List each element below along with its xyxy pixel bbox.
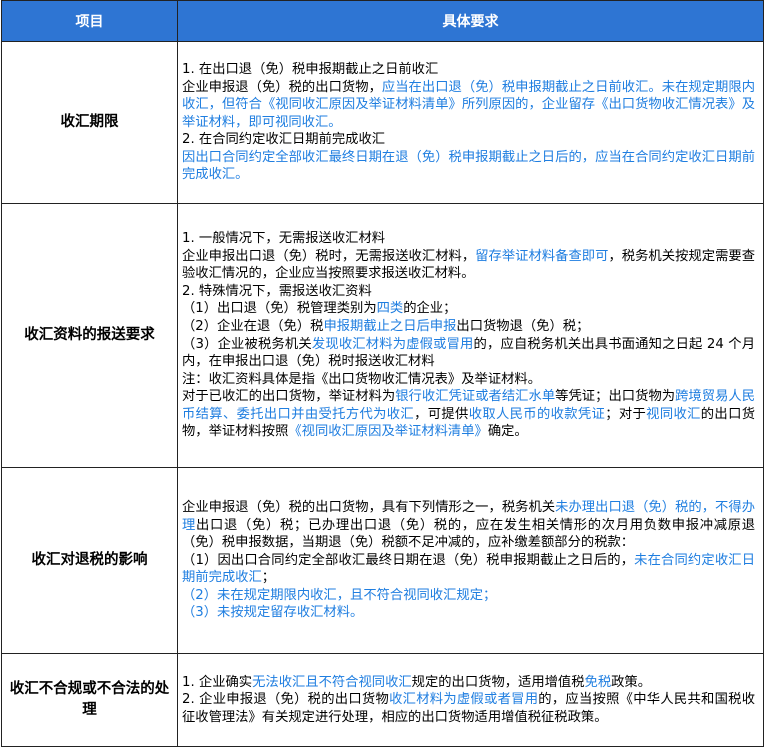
highlighted-text: （3）未按规定留存收汇材料。: [182, 605, 364, 621]
requirement-line: 企业申报出口退（免）税时，无需报送收汇材料，留存举证材料备查即可，税务机关按规定…: [182, 248, 755, 283]
table-row: 收汇资料的报送要求 1. 一般情况下，无需报送收汇材料企业申报出口退（免）税时，…: [1, 203, 764, 468]
highlighted-text: （2）未在规定期限内收汇，且不符合视同收汇规定；: [182, 587, 497, 603]
highlighted-text: 免税: [584, 674, 612, 690]
requirement-text: （1）出口退（免）税管理类别为: [182, 301, 377, 317]
row-requirements: 1. 企业确实无法收汇且不符合视同收汇规定的出口货物，适用增值税免税政策。 2. …: [177, 653, 764, 747]
requirement-text: （1）因出口合同约定全部收汇最终日期在退（免）税申报期截止之日后的，: [182, 552, 635, 568]
highlighted-text: 银行收汇凭证或者结汇水单: [395, 389, 556, 405]
requirement-text: 规定的出口货物，适用增值税: [411, 674, 585, 690]
row-item-label: 收汇资料的报送要求: [1, 203, 178, 468]
requirement-text: 出口货物退（免）税；: [456, 318, 590, 334]
requirement-line: 企业申报退（免）税的出口货物，具有下列情形之一，税务机关未办理出口退（免）税的，…: [182, 499, 755, 552]
requirement-text: 1. 企业确实: [182, 674, 253, 690]
requirement-text: ；: [261, 570, 276, 586]
highlighted-text: 发现收汇材料为虚假或冒用: [311, 336, 474, 352]
requirement-text: 企业申报退（免）税的出口货物，: [182, 79, 382, 95]
row-requirements: 1. 一般情况下，无需报送收汇材料企业申报出口退（免）税时，无需报送收汇材料，留…: [177, 203, 764, 468]
requirement-line: 2. 特殊情况下，需报送收汇资料: [182, 283, 755, 301]
requirement-text: 出口退（免）税；已办理出口退（免）税的，应在发生相关情形的次月用负数申报冲减原退…: [182, 517, 756, 551]
requirement-line: 2. 在合同约定收汇日期前完成收汇: [182, 131, 755, 149]
requirement-text: 2. 在合同约定收汇日期前完成收汇: [182, 132, 386, 148]
requirement-text: 政策。: [611, 674, 652, 690]
table-row: 收汇对退税的影响 企业申报退（免）税的出口货物，具有下列情形之一，税务机关未办理…: [1, 467, 764, 654]
highlighted-text: 《视同收汇原因及举证材料清单》: [288, 424, 488, 440]
requirement-text: 2. 特殊情况下，需报送收汇资料: [182, 283, 372, 299]
tax-refund-collection-table: 项目 具体要求 收汇期限 1. 在出口退（免）税申报期截止之日前收汇 企业申报退（…: [1, 0, 764, 747]
highlighted-text: 申报期截止之日后申报: [323, 318, 457, 334]
requirement-text: （2）企业在退（免）税: [182, 318, 324, 334]
requirement-text: 对于已收汇的出口货物，举证材料为: [182, 389, 396, 405]
requirement-line: 注：收汇资料具体是指《出口货物收汇情况表》及举证材料。: [182, 371, 755, 389]
requirement-line: 企业申报退（免）税的出口货物，应当在出口退（免）税申报期截止之日前收汇。未在规定…: [182, 79, 755, 132]
requirement-text: （3）企业被税务机关: [182, 336, 312, 352]
row-item-label: 收汇不合规或不合法的处理: [1, 653, 178, 747]
row-requirements: 1. 在出口退（免）税申报期截止之日前收汇企业申报退（免）税的出口货物，应当在出…: [177, 41, 764, 204]
row-item-label: 收汇期限: [1, 41, 178, 204]
highlighted-text: 留存举证材料备查即可: [475, 248, 609, 264]
requirement-text: 等凭证；出口货物为: [555, 389, 676, 405]
requirement-line: （3）未按规定留存收汇材料。: [182, 604, 755, 622]
requirement-line: （1）因出口合同约定全部收汇最终日期在退（免）税申报期截止之日后的，未在合同约定…: [182, 552, 755, 587]
requirement-text: ；对于: [605, 406, 647, 422]
requirement-text: 的企业；: [403, 301, 457, 317]
highlighted-text: 收汇材料为虚假或者冒用: [389, 692, 539, 708]
header-item: 项目: [1, 0, 178, 42]
highlighted-text: 收取人民币的收款凭证: [468, 406, 606, 422]
requirement-text: 企业申报出口退（免）税时，无需报送收汇材料，: [182, 248, 476, 264]
requirement-line: （2）企业在退（免）税申报期截止之日后申报出口货物退（免）税；: [182, 318, 755, 336]
requirement-text: 1. 一般情况下，无需报送收汇材料: [182, 230, 386, 246]
highlighted-text: 视同收汇: [646, 406, 701, 422]
requirement-line: 2. 企业申报退（免）税的出口货物收汇材料为虚假或者冒用的，应当按照《中华人民共…: [182, 691, 755, 726]
requirement-text: ，可提供: [414, 406, 469, 422]
requirement-line: （1）出口退（免）税管理类别为四类的企业；: [182, 300, 755, 318]
requirement-line: 1. 在出口退（免）税申报期截止之日前收汇: [182, 61, 755, 79]
table-row: 收汇期限 1. 在出口退（免）税申报期截止之日前收汇 企业申报退（免）税的出口货物…: [1, 41, 764, 204]
requirement-line: 对于已收汇的出口货物，举证材料为银行收汇凭证或者结汇水单等凭证；出口货物为跨境贸…: [182, 388, 755, 441]
table-row: 收汇不合规或不合法的处理 1. 企业确实无法收汇且不符合视同收汇规定的出口货物，…: [1, 653, 764, 747]
row-item-label: 收汇对退税的影响: [1, 467, 178, 654]
row-requirements: 企业申报退（免）税的出口货物，具有下列情形之一，税务机关未办理出口退（免）税的，…: [177, 467, 764, 654]
requirement-line: （2）未在规定期限内收汇，且不符合视同收汇规定；: [182, 587, 755, 605]
requirement-text: 确定。: [487, 424, 528, 440]
requirement-text: 2. 企业申报退（免）税的出口货物: [182, 692, 390, 708]
header-requirements: 具体要求: [177, 0, 764, 42]
table-header-row: 项目 具体要求: [1, 0, 764, 42]
highlighted-text: 因出口合同约定全部收汇最终日期在退（免）税申报期截止之日后的，应当在合同约定收汇…: [182, 149, 755, 183]
requirement-line: 因出口合同约定全部收汇最终日期在退（免）税申报期截止之日后的，应当在合同约定收汇…: [182, 149, 755, 184]
requirement-line: 1. 企业确实无法收汇且不符合视同收汇规定的出口货物，适用增值税免税政策。: [182, 674, 755, 692]
highlighted-text: 四类: [376, 301, 404, 317]
requirement-text: 1. 在出口退（免）税申报期截止之日前收汇: [182, 61, 439, 77]
requirement-text: 注：收汇资料具体是指《出口货物收汇情况表》及举证材料。: [182, 371, 542, 387]
requirement-text: 企业申报退（免）税的出口货物，具有下列情形之一，税务机关: [182, 499, 556, 515]
requirement-line: 1. 一般情况下，无需报送收汇材料: [182, 230, 755, 248]
highlighted-text: 无法收汇且不符合视同收汇: [252, 674, 412, 690]
requirement-line: （3）企业被税务机关发现收汇材料为虚假或冒用的，应自税务机关出具书面通知之日起 …: [182, 336, 755, 371]
